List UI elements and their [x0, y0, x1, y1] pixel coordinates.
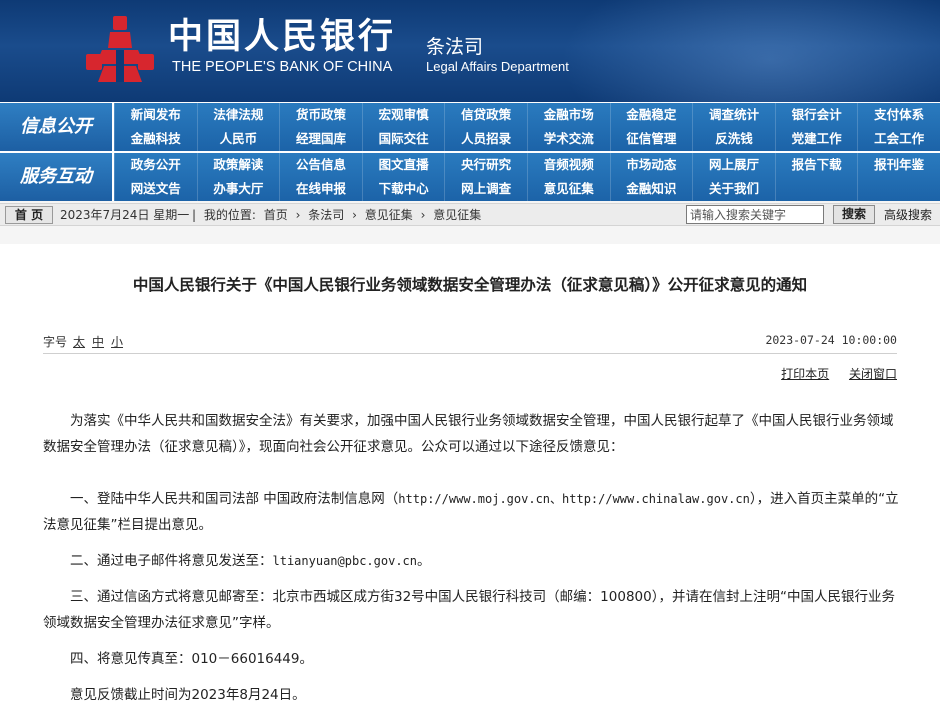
nav-item[interactable]: 政策解读: [196, 153, 280, 177]
nav-item[interactable]: 办事大厅: [196, 177, 280, 201]
nav-item[interactable]: 党建工作: [774, 127, 858, 151]
nav-item[interactable]: 网上调查: [444, 177, 527, 201]
department-name-cn: 条法司: [426, 36, 484, 58]
nav-item[interactable]: 人民币: [196, 127, 280, 151]
nav-item[interactable]: 音频视频: [526, 153, 610, 177]
home-button[interactable]: 首 页: [5, 206, 53, 224]
article-title: 中国人民银行关于《中国人民银行业务领域数据安全管理办法（征求意见稿）》公开征求意…: [132, 276, 808, 294]
nav-item[interactable]: 下载中心: [361, 177, 445, 201]
font-size-medium-link[interactable]: 中: [92, 333, 104, 350]
department-name-en: Legal Affairs Department: [426, 59, 569, 74]
nav-item[interactable]: 人员招录: [444, 127, 527, 151]
site-header: 中国人民银行 THE PEOPLE'S BANK OF CHINA 条法司 Le…: [0, 0, 940, 102]
nav-grid: 政务公开 政策解读 公告信息 图文直播 央行研究 音频视频 市场动态 网上展厅 …: [114, 153, 940, 201]
item-1-paragraph: 一、登陆中华人民共和国司法部 中国政府法制信息网（http://www.moj.…: [43, 486, 899, 538]
nav-item[interactable]: 报刊年鉴: [857, 153, 940, 177]
nav-item[interactable]: 金融知识: [609, 177, 693, 201]
item-2-text: 二、通过电子邮件将意见发送至：: [70, 553, 273, 569]
nav-item[interactable]: 法律法规: [196, 103, 280, 127]
breadcrumb-divider: |: [192, 208, 197, 222]
article-actions: 打印本页 关闭窗口: [765, 365, 897, 382]
breadcrumb: | 我的位置: 首页 › 条法司 › 意见征集 › 意见征集: [192, 207, 485, 223]
divider: [43, 353, 897, 354]
nav-item[interactable]: 央行研究: [444, 153, 527, 177]
article-container: 中国人民银行关于《中国人民银行业务领域数据安全管理办法（征求意见稿）》公开征求意…: [0, 244, 940, 726]
nav-item[interactable]: 银行会计: [774, 103, 858, 127]
deadline-paragraph: 意见反馈截止时间为2023年8月24日。: [70, 687, 306, 703]
nav-item[interactable]: 政务公开: [114, 153, 197, 177]
nav-section-label: 服务互动: [0, 153, 112, 201]
nav-item[interactable]: 经理国库: [279, 127, 362, 151]
nav-item[interactable]: 公告信息: [279, 153, 362, 177]
nav-item[interactable]: 金融市场: [526, 103, 610, 127]
nav-item[interactable]: 金融稳定: [609, 103, 693, 127]
nav-item[interactable]: 信贷政策: [444, 103, 527, 127]
nav-section-label: 信息公开: [0, 103, 112, 151]
item-2-text-end: 。: [417, 553, 431, 569]
breadcrumb-link-home[interactable]: 首页: [264, 208, 288, 222]
nav-row-info: 信息公开 新闻发布 法律法规 货币政策 宏观审慎 信贷政策 金融市场 金融稳定 …: [0, 103, 940, 151]
nav-item[interactable]: 支付体系: [857, 103, 940, 127]
font-size-large-link[interactable]: 太: [73, 333, 85, 350]
breadcrumb-link-current[interactable]: 意见征集: [433, 208, 481, 222]
nav-item[interactable]: 调查统计: [692, 103, 775, 127]
pboc-logo-icon[interactable]: [82, 14, 158, 84]
current-date: 2023年7月24日 星期一: [60, 208, 190, 222]
article-body: 为落实《中华人民共和国数据安全法》有关要求，加强中国人民银行业务领域数据安全管理…: [43, 408, 899, 708]
breadcrumb-separator: ›: [352, 208, 357, 222]
nav-item[interactable]: 关于我们: [692, 177, 775, 201]
nav-item[interactable]: 网上展厅: [692, 153, 775, 177]
breadcrumb-link-dept[interactable]: 条法司: [308, 208, 344, 222]
publish-date: 2023-07-24 10:00:00: [765, 333, 897, 347]
nav-item[interactable]: 在线申报: [279, 177, 362, 201]
nav-item-empty: [774, 177, 858, 201]
font-size-small-link[interactable]: 小: [111, 333, 123, 350]
item-4-paragraph: 四、将意见传真至：010－66016449。: [70, 651, 313, 667]
email-address[interactable]: ltianyuan@pbc.gov.cn: [273, 554, 418, 568]
search-button[interactable]: 搜索: [833, 205, 875, 224]
breadcrumb-separator: ›: [295, 208, 301, 222]
breadcrumb-bar: 首 页 2023年7月24日 星期一 | 我的位置: 首页 › 条法司 › 意见…: [0, 203, 940, 226]
nav-item[interactable]: 货币政策: [279, 103, 362, 127]
bank-name-cn: 中国人民银行: [168, 16, 397, 57]
nav-item[interactable]: 宏观审慎: [361, 103, 445, 127]
item-1-text: 一、登陆中华人民共和国司法部 中国政府法制信息网（: [70, 491, 399, 507]
breadcrumb-separator: ›: [420, 208, 426, 222]
item-3-paragraph: 三、通过信函方式将意见邮寄至：北京市西城区成方街32号中国人民银行科技司（邮编：…: [43, 589, 895, 631]
intro-paragraph: 为落实《中华人民共和国数据安全法》有关要求，加强中国人民银行业务领域数据安全管理…: [43, 413, 894, 455]
article-meta: 字号 太 中 小 2023-07-24 10:00:00: [43, 331, 897, 351]
website-links[interactable]: http://www.moj.gov.cn、http://www.chinala…: [398, 492, 750, 506]
print-page-link[interactable]: 打印本页: [781, 367, 829, 381]
nav-row-service: 服务互动 政务公开 政策解读 公告信息 图文直播 央行研究 音频视频 市场动态 …: [0, 153, 940, 201]
nav-item[interactable]: 市场动态: [609, 153, 693, 177]
nav-item[interactable]: 图文直播: [361, 153, 445, 177]
nav-item[interactable]: 金融科技: [114, 127, 197, 151]
close-window-link[interactable]: 关闭窗口: [849, 367, 897, 381]
nav-item[interactable]: 国际交往: [361, 127, 445, 151]
page: 中国人民银行 THE PEOPLE'S BANK OF CHINA 条法司 Le…: [0, 0, 940, 726]
nav-item[interactable]: 意见征集: [526, 177, 610, 201]
bank-name-en: THE PEOPLE'S BANK OF CHINA: [172, 59, 393, 75]
main-navigation: 信息公开 新闻发布 法律法规 货币政策 宏观审慎 信贷政策 金融市场 金融稳定 …: [0, 102, 940, 201]
nav-item[interactable]: 报告下载: [774, 153, 858, 177]
advanced-search-link[interactable]: 高级搜索: [884, 207, 932, 223]
nav-item[interactable]: 网送文告: [114, 177, 197, 201]
breadcrumb-link-section[interactable]: 意见征集: [365, 208, 413, 222]
nav-grid: 新闻发布 法律法规 货币政策 宏观审慎 信贷政策 金融市场 金融稳定 调查统计 …: [114, 103, 940, 151]
nav-item[interactable]: 学术交流: [526, 127, 610, 151]
location-label: 我的位置:: [203, 208, 256, 222]
nav-item[interactable]: 工会工作: [857, 127, 940, 151]
font-size-label: 字号: [43, 335, 68, 349]
nav-item[interactable]: 征信管理: [609, 127, 693, 151]
item-2-paragraph: 二、通过电子邮件将意见发送至：ltianyuan@pbc.gov.cn。: [43, 548, 899, 574]
nav-item-empty: [857, 177, 940, 201]
header-glow: [560, 0, 940, 102]
nav-item[interactable]: 新闻发布: [114, 103, 197, 127]
search-input[interactable]: [686, 205, 824, 224]
nav-item[interactable]: 反洗钱: [692, 127, 775, 151]
